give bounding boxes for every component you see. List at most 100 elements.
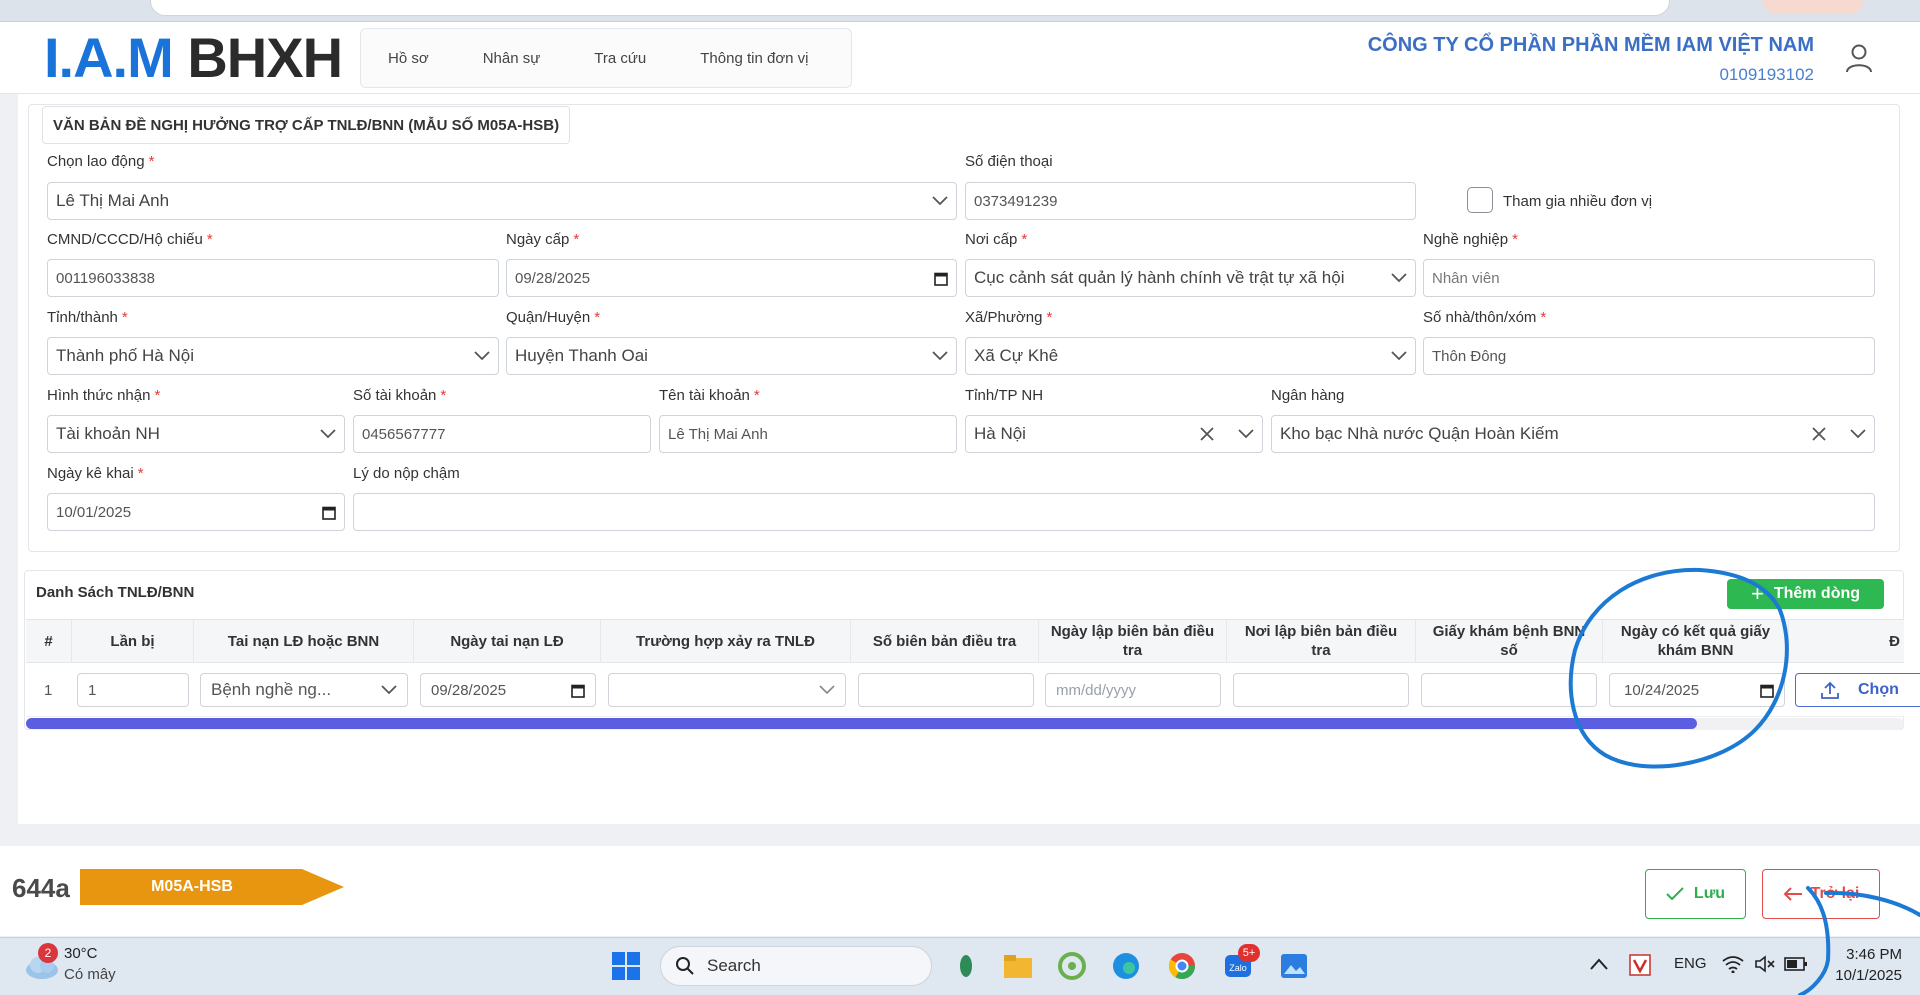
label-bank-province: Tỉnh/TP NH [965,387,1044,404]
browser-address-bar[interactable] [150,0,1670,16]
multi-unit-checkbox[interactable] [1467,187,1493,213]
choose-file-button[interactable]: Chọn [1795,673,1920,707]
province-select[interactable]: Thành phố Hà Nội [47,337,499,375]
issue-date-input[interactable]: 09/28/2025 [506,259,957,297]
nav-nhan-su[interactable]: Nhân sự [456,50,568,67]
account-number-input[interactable]: 0456567777 [353,415,651,453]
antivirus-tray-icon[interactable] [1629,954,1651,976]
chevron-down-icon [1238,429,1254,439]
taskbar-search[interactable]: Search [660,946,932,986]
taskbar-clock[interactable]: 3:46 PM 10/1/2025 [1832,944,1902,986]
issue-place-select[interactable]: Cục cảnh sát quản lý hành chính về trật … [965,259,1416,297]
occupation-input[interactable]: Nhân viên [1423,259,1875,297]
label-account-name: Tên tài khoản * [659,387,760,404]
label-late-reason: Lý do nộp chậm [353,465,460,482]
wifi-icon[interactable] [1722,955,1744,973]
calendar-icon[interactable] [934,271,948,286]
exam-result-date-input[interactable]: 10/24/2025 [1609,673,1785,707]
table-scrollbar-thumb[interactable] [26,718,1698,729]
weather-notification-badge: 2 [38,943,58,963]
nav-ho-so[interactable]: Hồ sơ [361,50,456,67]
report-date-input[interactable]: mm/dd/yyyy [1045,673,1221,707]
label-bank: Ngân hàng [1271,387,1345,404]
windows-start-icon[interactable] [610,950,642,982]
calendar-icon[interactable] [1760,683,1774,698]
employee-select[interactable]: Lê Thị Mai Anh [47,182,957,220]
ward-select[interactable]: Xã Cự Khê [965,337,1416,375]
label-address: Số nhà/thôn/xóm * [1423,309,1547,326]
label-district: Quận/Huyện * [506,309,601,326]
label-occupation: Nghề nghiệp * [1423,231,1518,248]
form-container [28,104,1900,552]
add-row-button[interactable]: + Thêm dòng [1727,579,1884,609]
user-account-icon[interactable] [1845,43,1873,73]
accident-date-input[interactable]: 09/28/2025 [420,673,596,707]
calendar-icon[interactable] [322,505,336,520]
exam-number-input[interactable] [1421,673,1597,707]
col-document: Đ [1889,632,1900,650]
account-number-value: 0456567777 [362,425,446,443]
edge-browser-icon[interactable] [1110,950,1142,982]
phone-input[interactable]: 0373491239 [965,182,1416,220]
clear-icon[interactable] [1812,427,1826,441]
clear-icon[interactable] [1200,427,1214,441]
chevron-down-icon [381,685,397,695]
save-label: Lưu [1693,885,1726,902]
volume-muted-icon[interactable] [1754,955,1776,973]
receive-method-value: Tài khoản NH [56,424,160,443]
receive-method-select[interactable]: Tài khoản NH [47,415,345,453]
green-app-icon[interactable] [1056,950,1088,982]
times-value: 1 [88,681,97,699]
weather-description[interactable]: Có mây [64,966,116,983]
report-place-input[interactable] [1233,673,1409,707]
company-name: CÔNG TY CỔ PHẦN PHẦN MỀM IAM VIỆT NAM [1367,34,1814,56]
back-button[interactable]: Trở lại [1762,869,1880,919]
clock-date: 10/1/2025 [1835,967,1902,984]
bank-select[interactable]: Kho bạc Nhà nước Quận Hoàn Kiếm [1271,415,1875,453]
label-issue-place: Nơi cấp * [965,231,1028,248]
label-province: Tỉnh/thành * [47,309,128,326]
occupation-value: Nhân viên [1432,269,1500,287]
calendar-icon[interactable] [571,683,585,698]
search-label: Search [707,956,761,975]
account-name-input[interactable]: Lê Thị Mai Anh [659,415,957,453]
chevron-up-icon[interactable] [1590,958,1608,970]
nav-tra-cuu[interactable]: Tra cứu [567,50,673,67]
company-tax-code: 0109193102 [1719,65,1814,84]
type-select[interactable]: Bệnh nghề ng... [200,673,408,707]
late-reason-input[interactable] [353,493,1875,531]
label-employee: Chọn lao động * [47,153,155,170]
bank-province-select[interactable]: Hà Nội [965,415,1263,453]
browser-profile-button[interactable] [1763,0,1863,14]
report-number-input[interactable] [858,673,1034,707]
label-ward: Xã/Phường * [965,309,1053,326]
address-value: Thôn Đông [1432,347,1507,365]
weather-temperature[interactable]: 30°C [64,945,98,962]
back-label: Trở lại [1810,885,1860,902]
file-explorer-icon[interactable] [1002,950,1034,982]
address-input[interactable]: Thôn Đông [1423,337,1875,375]
chevron-down-icon [1850,429,1866,439]
district-select[interactable]: Huyện Thanh Oai [506,337,957,375]
times-input[interactable]: 1 [77,673,189,707]
col-index: # [26,619,72,663]
save-button[interactable]: Lưu [1645,869,1746,919]
battery-icon[interactable] [1784,955,1808,973]
id-number-value: 001196033838 [56,269,155,287]
declare-date-input[interactable]: 10/01/2025 [47,493,345,531]
col-report-date: Ngày lập biên bản điều tra [1039,619,1227,663]
app-logo[interactable]: I.A.M BHXH [44,30,343,86]
leaf-app-icon[interactable] [950,950,982,982]
photos-app-icon[interactable] [1278,950,1310,982]
form-tag-label: M05A-HSB [151,878,233,895]
col-exam-result-date: Ngày có kết quả giấy khám BNN [1603,619,1789,663]
nav-thong-tin-don-vi[interactable]: Thông tin đơn vị [673,50,835,67]
chrome-browser-icon[interactable] [1166,950,1198,982]
form-code: 644a [12,873,70,903]
id-number-input[interactable]: 001196033838 [47,259,499,297]
choose-file-label: Chọn [1858,681,1899,698]
accident-list-title: Danh Sách TNLĐ/BNN [36,584,195,601]
case-select[interactable] [608,673,846,707]
logo-iam: I.A.M [44,26,174,89]
language-indicator[interactable]: ENG [1674,955,1707,972]
